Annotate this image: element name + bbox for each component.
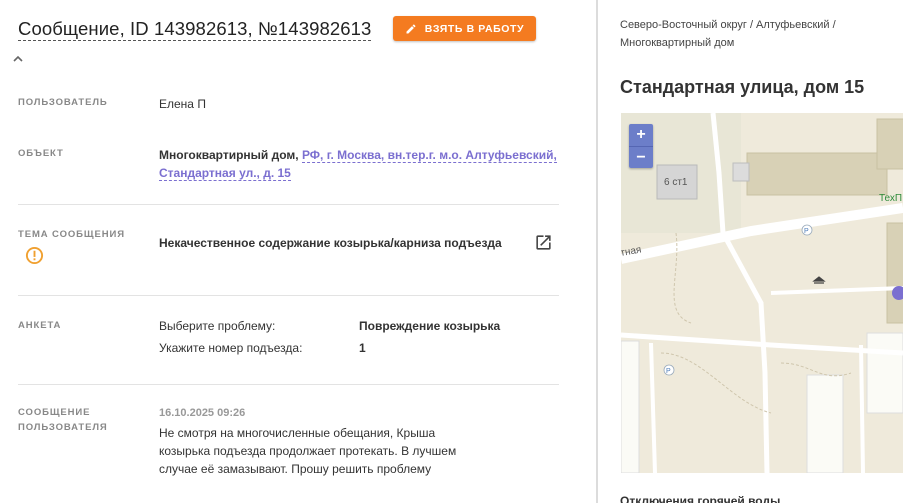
- message-panel: Сообщение, ID 143982613, №143982613 ВЗЯТ…: [0, 0, 596, 503]
- topic-text: Некачественное содержание козырька/карни…: [159, 236, 502, 250]
- survey-question: Выберите проблему:: [159, 319, 276, 333]
- user-value: Елена П: [159, 97, 206, 111]
- survey-question: Укажите номер подъезда:: [159, 341, 303, 355]
- object-label: ОБЪЕКТ: [18, 148, 64, 159]
- topic-value: Некачественное содержание козырька/карни…: [159, 234, 502, 252]
- map-zoom-controls: + −: [629, 124, 653, 168]
- object-type: Многоквартирный дом,: [159, 148, 299, 162]
- warning-circle-icon: [25, 246, 44, 265]
- pencil-icon: [406, 23, 416, 33]
- divider: [18, 204, 559, 205]
- address-title: Стандартная улица, дом 15: [620, 77, 865, 97]
- object-value: Многоквартирный дом, РФ, г. Москва, вн.т…: [159, 146, 559, 182]
- location-panel: Северо-Восточный округ / Алтуфьевский / …: [598, 0, 903, 503]
- map-poi-label: ТехП: [879, 193, 902, 204]
- map-canvas: 6 ст1 тная ТехП P P: [621, 113, 903, 473]
- survey-answer: Повреждение козырька: [359, 319, 501, 333]
- zoom-in-button[interactable]: +: [629, 124, 653, 146]
- take-to-work-label: ВЗЯТЬ В РАБОТУ: [424, 22, 525, 35]
- user-label: ПОЛЬЗОВАТЕЛЬ: [18, 97, 108, 108]
- survey-label: АНКЕТА: [18, 320, 62, 331]
- zoom-out-button[interactable]: −: [629, 146, 653, 168]
- divider: [18, 295, 559, 296]
- topic-label: ТЕМА СООБЩЕНИЯ: [18, 229, 125, 240]
- chevron-up-icon[interactable]: [12, 54, 24, 64]
- open-external-icon[interactable]: [534, 233, 553, 252]
- message-text: Не смотря на многочисленные обещания, Кр…: [159, 426, 457, 476]
- message-date: 16.10.2025 09:26: [159, 407, 246, 419]
- section-heading-partial: Отключения горячей воды: [620, 494, 781, 503]
- map-building-label: 6 ст1: [664, 177, 688, 188]
- message-label-line: СООБЩЕНИЕ: [18, 407, 91, 418]
- survey-answer: 1: [359, 341, 366, 355]
- breadcrumb: Северо-Восточный округ / Алтуфьевский / …: [620, 19, 836, 49]
- divider: [18, 384, 559, 385]
- page-title: Сообщение, ID 143982613, №143982613: [18, 18, 372, 41]
- map[interactable]: 6 ст1 тная ТехП P P + −: [621, 113, 903, 473]
- message-label: СООБЩЕНИЕ ПОЛЬЗОВАТЕЛЯ: [18, 405, 108, 435]
- message-label-line: ПОЛЬЗОВАТЕЛЯ: [18, 422, 108, 433]
- map-parking-label: P: [804, 228, 809, 235]
- map-parking-label: P: [666, 368, 671, 375]
- take-to-work-button[interactable]: ВЗЯТЬ В РАБОТУ: [393, 16, 536, 41]
